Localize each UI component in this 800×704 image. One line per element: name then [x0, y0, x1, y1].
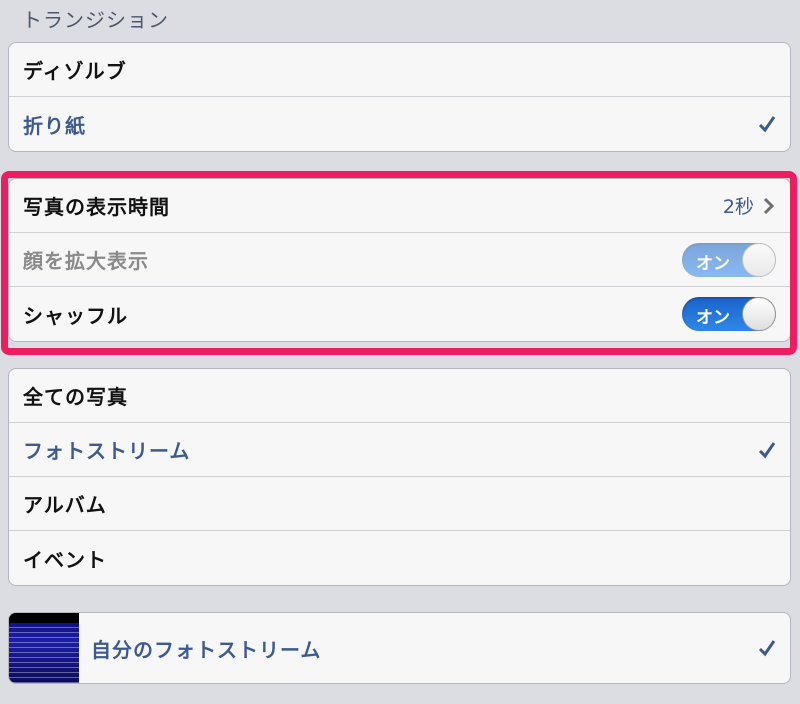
photo-duration-label: 写真の表示時間: [23, 195, 170, 219]
toggle-knob: [742, 297, 776, 331]
my-photostream-row[interactable]: 自分のフォトストリーム: [9, 613, 790, 683]
chevron-right-icon: [763, 197, 775, 214]
zoom-faces-label: 顔を拡大表示: [23, 249, 149, 273]
transition-option-dissolve[interactable]: ディゾルブ: [9, 43, 790, 97]
shuffle-row: シャッフル オン: [9, 287, 790, 341]
source-option-label: イベント: [23, 547, 107, 572]
checkmark-icon: [758, 640, 776, 657]
photo-duration-row[interactable]: 写真の表示時間 2秒: [9, 179, 790, 233]
checkmark-icon: [758, 116, 776, 133]
transition-option-label: ディゾルブ: [23, 59, 127, 83]
shuffle-toggle[interactable]: オン: [682, 297, 776, 331]
source-option-events[interactable]: イベント: [9, 531, 790, 585]
zoom-faces-toggle[interactable]: オン: [682, 242, 776, 277]
source-option-label: フォトストリーム: [23, 439, 191, 463]
zoom-faces-row: 顔を拡大表示 オン: [9, 233, 790, 287]
source-option-albums[interactable]: アルバム: [9, 477, 790, 531]
my-photostream-label: 自分のフォトストリーム: [91, 637, 322, 662]
transition-group: ディゾルブ 折り紙: [8, 42, 791, 152]
source-option-all-photos[interactable]: 全ての写真: [9, 369, 790, 423]
source-option-label: アルバム: [23, 493, 107, 517]
transition-option-origami[interactable]: 折り紙: [9, 97, 790, 151]
toggle-knob: [742, 242, 776, 277]
slideshow-settings-group: 写真の表示時間 2秒 顔を拡大表示 オン シャッフル オン: [8, 178, 791, 342]
source-option-photostream[interactable]: フォトストリーム: [9, 423, 790, 477]
checkmark-icon: [758, 441, 776, 458]
transition-option-label: 折り紙: [23, 113, 86, 138]
my-photostream-group: 自分のフォトストリーム: [8, 612, 791, 684]
toggle-on-text: オン: [696, 253, 730, 274]
source-option-label: 全ての写真: [23, 385, 128, 409]
photostream-thumbnail: [9, 613, 79, 683]
photo-duration-value: 2秒: [722, 196, 754, 218]
source-group: 全ての写真 フォトストリーム アルバム イベント: [8, 368, 791, 586]
shuffle-label: シャッフル: [23, 303, 128, 328]
toggle-on-text: オン: [696, 308, 730, 328]
transition-section-header: トランジション: [22, 8, 169, 32]
